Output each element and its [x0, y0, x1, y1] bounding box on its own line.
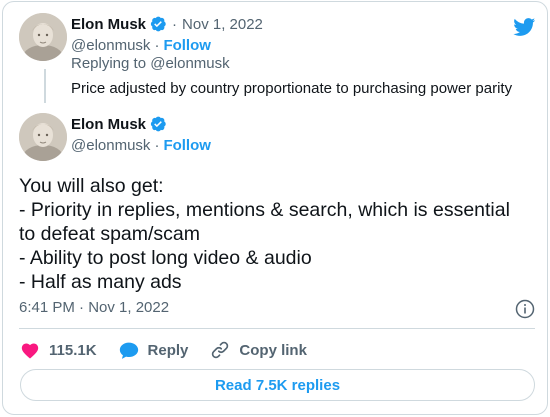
reply-button[interactable]: Reply — [119, 341, 189, 360]
parent-tweet-text: Price adjusted by country proportionate … — [71, 80, 513, 97]
read-replies-button[interactable]: Read 7.5K replies — [20, 369, 535, 401]
parent-author-row: Elon Musk · Nov 1, 2022 — [71, 14, 263, 34]
tweet-date[interactable]: Nov 1, 2022 — [182, 16, 263, 33]
verified-badge-icon — [149, 115, 167, 133]
main-author-row: Elon Musk — [71, 114, 167, 134]
main-handle-row: @elonmusk · Follow — [71, 135, 211, 155]
twitter-bird-icon[interactable] — [513, 16, 536, 38]
tweet-embed-card: Elon Musk · Nov 1, 2022 @elonmusk · Foll… — [2, 1, 548, 415]
parent-handle-row: @elonmusk · Follow — [71, 35, 211, 55]
author-name[interactable]: Elon Musk — [71, 16, 146, 33]
divider — [19, 328, 535, 329]
copy-link-label: Copy link — [239, 341, 307, 359]
thread-connector-line — [44, 69, 46, 103]
follow-button[interactable]: Follow — [163, 137, 211, 154]
reply-label: Reply — [147, 341, 189, 359]
tweet-text-line: - Ability to post long video & audio — [19, 247, 312, 269]
tweet-text-line: - Half as many ads — [19, 271, 182, 293]
speech-bubble-icon — [119, 342, 138, 359]
copy-link-button[interactable]: Copy link — [210, 340, 307, 360]
avatar[interactable] — [19, 113, 67, 161]
separator-dot: · — [154, 36, 160, 54]
tweet-text-line: You will also get: — [19, 175, 164, 197]
author-name[interactable]: Elon Musk — [71, 116, 146, 133]
tweet-text-line: - Priority in replies, mentions & search… — [19, 199, 510, 221]
info-icon[interactable] — [515, 299, 535, 319]
separator-dot: · — [154, 136, 160, 154]
author-handle[interactable]: @elonmusk — [71, 37, 150, 54]
tweet-text-line: to defeat spam/scam — [19, 223, 201, 245]
tweet-timestamp[interactable]: 6:41 PM · Nov 1, 2022 — [19, 299, 169, 316]
heart-icon — [21, 343, 39, 359]
author-handle[interactable]: @elonmusk — [71, 137, 150, 154]
like-button[interactable]: 115.1K — [20, 341, 97, 359]
verified-badge-icon — [149, 15, 167, 33]
main-tweet-text: You will also get: - Priority in replies… — [19, 174, 539, 294]
avatar[interactable] — [19, 13, 67, 61]
replying-to-label: Replying to @elonmusk — [71, 55, 230, 72]
separator-dot: · — [172, 15, 178, 33]
tweet-actions: 115.1K Reply Copy link — [20, 339, 329, 361]
follow-button[interactable]: Follow — [163, 37, 211, 54]
like-count: 115.1K — [49, 341, 97, 359]
link-icon — [212, 341, 229, 359]
